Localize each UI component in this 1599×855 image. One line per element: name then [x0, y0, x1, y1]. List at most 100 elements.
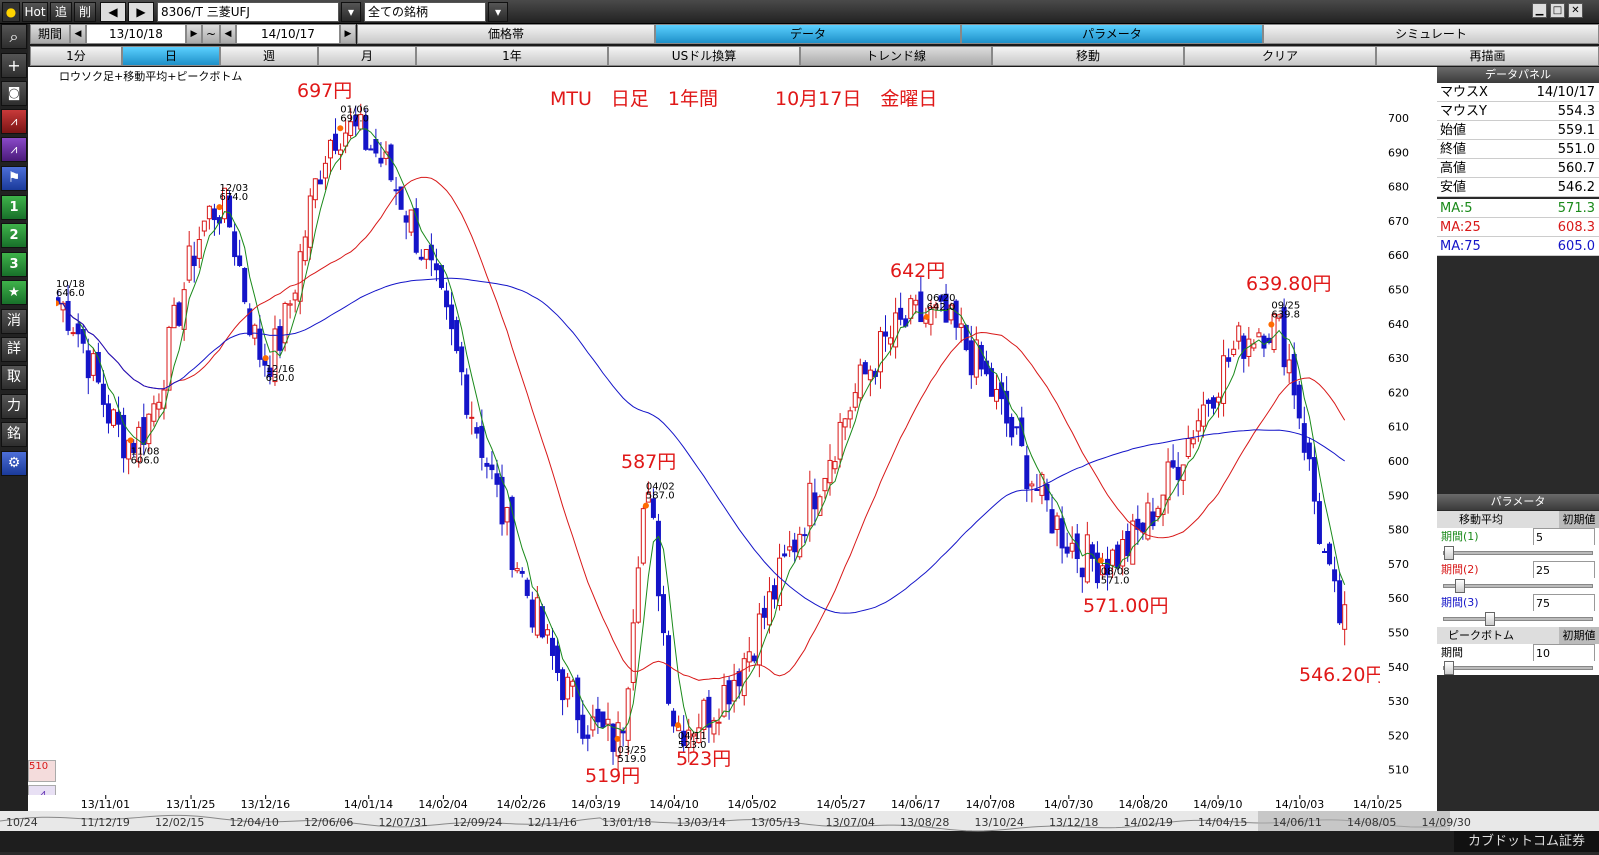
period-label: 期間 — [30, 24, 70, 44]
minimize-button[interactable]: ▁ — [1532, 3, 1547, 18]
candle-body — [211, 208, 217, 221]
usd-convert-button[interactable]: USドル換算 — [608, 46, 800, 66]
tab-parameter[interactable]: パラメータ — [961, 24, 1263, 44]
chart-mode-icon[interactable]: 510 — [28, 760, 56, 782]
erase-button[interactable]: 消 — [1, 309, 27, 334]
start-prev-icon[interactable]: ◀ — [70, 24, 86, 44]
hot-button[interactable]: Hot — [22, 2, 48, 22]
preset-3-button[interactable]: 3 — [1, 252, 27, 277]
gear-icon[interactable]: ⚙ — [1, 451, 27, 476]
tab-price-band[interactable]: 価格帯 — [357, 24, 655, 44]
preset-1-button[interactable]: 1 — [1, 195, 27, 220]
data-row-label: マウスX — [1440, 85, 1488, 100]
candle-body — [85, 350, 91, 379]
candle-body — [1165, 461, 1171, 501]
ma-period-slider[interactable] — [1443, 579, 1593, 593]
candle-chart-icon[interactable]: ⩘ — [1, 109, 27, 134]
ma-period-slider-knob[interactable] — [1444, 546, 1454, 560]
y-tick-label: 640 — [1388, 318, 1409, 331]
candle-body — [1014, 426, 1020, 429]
list-select[interactable]: 全ての銘柄 — [364, 2, 486, 22]
tab-simulate[interactable]: シミュレート — [1263, 24, 1599, 44]
ma-period-slider[interactable] — [1443, 546, 1593, 560]
list-dropdown-icon[interactable]: ▾ — [488, 2, 508, 22]
end-next-icon[interactable]: ▶ — [340, 24, 356, 44]
interval-month[interactable]: 月 — [318, 46, 416, 66]
pb-reset-button[interactable]: 初期値 — [1559, 627, 1599, 644]
prev-symbol-button[interactable]: ◀ — [100, 2, 126, 22]
candle-body — [484, 462, 490, 467]
candle-body — [802, 534, 808, 537]
candlestick-chart[interactable]: 10/18646.011/08606.012/03674.012/16630.0… — [56, 67, 1437, 811]
ma-period-label: 期間(3) — [1441, 596, 1479, 609]
trendline-button[interactable]: トレンド線 — [800, 46, 992, 66]
redraw-button[interactable]: 再描画 — [1376, 46, 1599, 66]
peak-marker-price: 674.0 — [219, 192, 248, 203]
peak-marker — [337, 125, 344, 132]
line-chart-icon[interactable]: ⩘ — [1, 137, 27, 162]
price-annotation: 642円 — [890, 260, 945, 282]
history-strip[interactable]: 10/24 11/12/19 12/02/15 12/04/10 12/06/06 12/… — [0, 811, 1599, 852]
price-annotation: 571.00円 — [1083, 595, 1168, 617]
candle-body — [1130, 520, 1136, 565]
trade-button[interactable]: 取 — [1, 365, 27, 390]
clear-button[interactable]: クリア — [1184, 46, 1376, 66]
y-axis: 700 690 680 670 660 650 640 630 620 610 600 590 580 5… — [1388, 112, 1409, 777]
camera-icon[interactable]: ◙ — [1, 81, 27, 106]
detail-button[interactable]: 詳 — [1, 337, 27, 362]
history-date-label: 12/09/24 — [453, 816, 502, 829]
candle-body — [787, 546, 793, 551]
ma-reset-button[interactable]: 初期値 — [1559, 511, 1599, 528]
end-date-input[interactable]: 14/10/17 — [236, 24, 340, 44]
interval-1min[interactable]: 1分 — [30, 46, 122, 66]
candle-body — [1049, 509, 1055, 534]
range-1year[interactable]: 1年 — [416, 46, 608, 66]
ma-period-slider-knob[interactable] — [1485, 612, 1495, 626]
param-panel-title: パラメータ — [1437, 494, 1599, 510]
search-icon[interactable]: ⌕ — [1, 24, 27, 49]
candle-body — [635, 567, 641, 623]
start-date-input[interactable]: 13/10/18 — [86, 24, 186, 44]
close-button[interactable]: ✕ — [1568, 3, 1583, 18]
symbol-button[interactable]: 銘 — [1, 422, 27, 447]
candle-body — [534, 597, 540, 636]
pb-period-slider[interactable] — [1443, 661, 1593, 675]
candle-body — [519, 570, 525, 574]
move-button[interactable]: 移動 — [992, 46, 1184, 66]
y-tick-label: 520 — [1388, 729, 1409, 742]
tab-data[interactable]: データ — [655, 24, 961, 44]
price-annotation: 519円 — [585, 765, 640, 787]
candle-body — [968, 340, 974, 376]
next-symbol-button[interactable]: ▶ — [128, 2, 154, 22]
lightbulb-icon[interactable]: ● — [2, 2, 20, 22]
tilde-label: ~ — [202, 24, 220, 44]
maximize-button[interactable]: □ — [1550, 3, 1565, 18]
chart-area[interactable]: ロウソク足+移動平均+ピークボトム MTU 日足 1年間 10月17日 金曜日 … — [56, 67, 1437, 811]
pb-period-slider-knob[interactable] — [1444, 661, 1454, 675]
candle-body — [529, 599, 535, 628]
candle-body — [1321, 551, 1327, 554]
plus-icon[interactable]: + — [1, 53, 27, 78]
symbol-dropdown-icon[interactable]: ▾ — [341, 2, 361, 22]
candle-body — [1079, 567, 1085, 578]
interval-week[interactable]: 週 — [220, 46, 318, 66]
delete-button[interactable]: 削 — [74, 2, 96, 22]
add-button[interactable]: 追 — [50, 2, 72, 22]
ma-period-slider[interactable] — [1443, 612, 1593, 626]
flag-icon[interactable]: ⚑ — [1, 166, 27, 191]
candle-body — [994, 388, 1000, 402]
end-prev-icon[interactable]: ◀ — [220, 24, 236, 44]
candle-body — [822, 477, 828, 492]
candle-body — [575, 677, 581, 721]
input-button[interactable]: 力 — [1, 394, 27, 419]
candle-body — [1190, 438, 1196, 445]
symbol-input[interactable]: 8306/T 三菱UFJ — [157, 2, 339, 22]
history-navigator[interactable]: 10/24 11/12/19 12/02/15 12/04/10 12/06/06 12/… — [0, 811, 1599, 852]
ma-period-slider-knob[interactable] — [1455, 579, 1465, 593]
preset-2-button[interactable]: 2 — [1, 223, 27, 248]
ma-slider-row — [1437, 545, 1599, 561]
start-next-icon[interactable]: ▶ — [186, 24, 202, 44]
favorite-star-icon[interactable]: ★ — [1, 280, 27, 305]
candle-body — [70, 332, 76, 335]
interval-day[interactable]: 日 — [122, 46, 220, 66]
